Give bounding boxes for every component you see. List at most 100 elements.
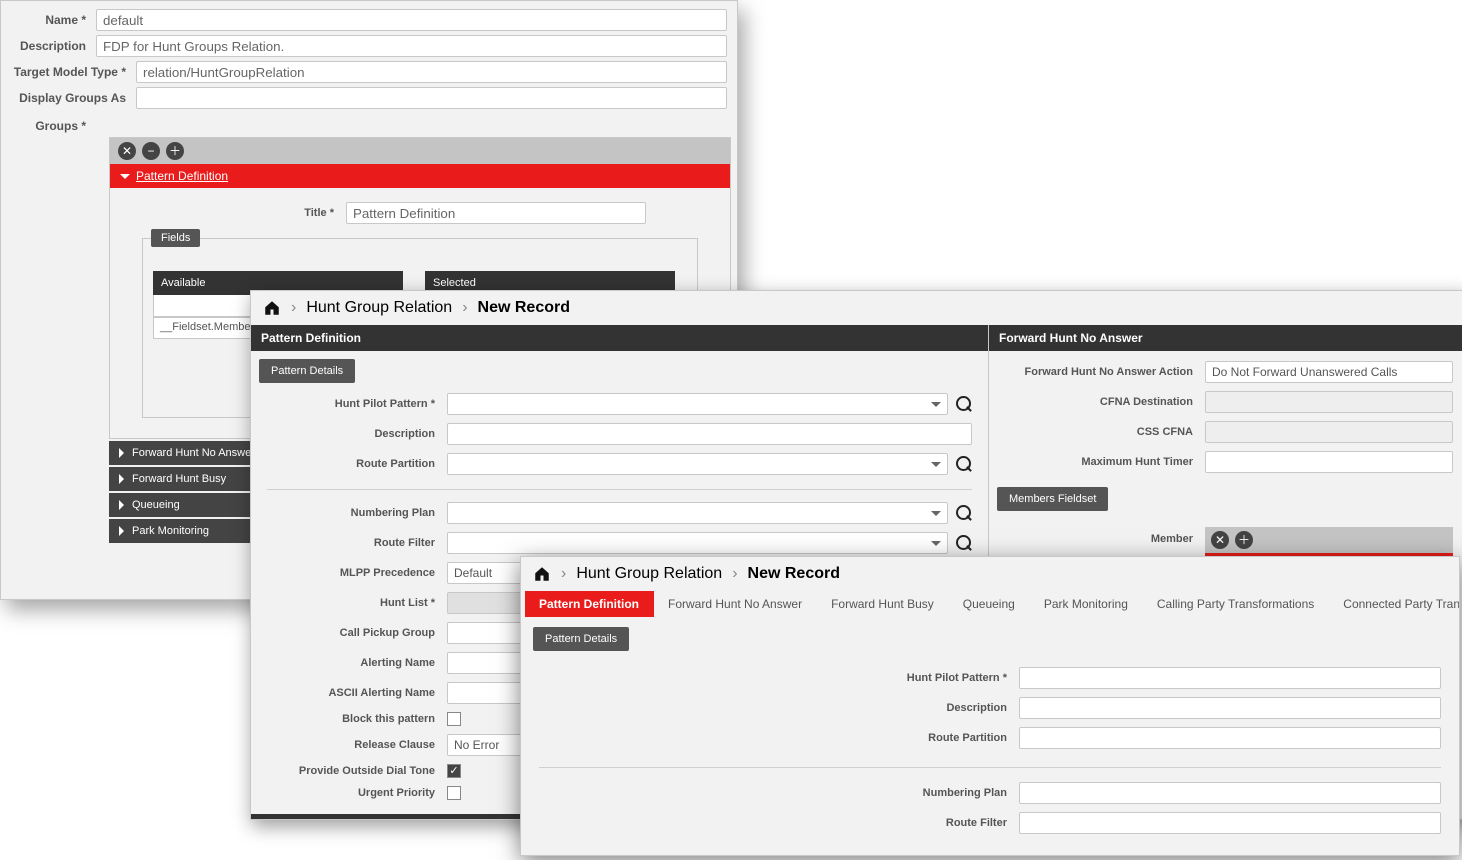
provide-outside-dial-tone-checkbox[interactable]: [447, 764, 461, 778]
display-groups-as-input[interactable]: [136, 87, 727, 109]
group-header-link[interactable]: Pattern Definition: [136, 169, 228, 183]
max-hunt-timer-input[interactable]: [1205, 451, 1453, 473]
tab-bar: Pattern Definition Forward Hunt No Answe…: [521, 591, 1459, 617]
description-input[interactable]: [447, 423, 972, 445]
breadcrumb-current: New Record: [478, 299, 570, 317]
css-cfna-label: CSS CFNA: [1005, 426, 1205, 438]
route-partition-label: Route Partition: [539, 732, 1019, 744]
alerting-name-label: Alerting Name: [267, 657, 447, 669]
chevron-right-icon: [119, 526, 124, 536]
route-filter-input[interactable]: [1019, 812, 1441, 834]
hunt-pilot-pattern-input[interactable]: [1019, 667, 1441, 689]
tab-connected-party-transformations[interactable]: Connected Party Transformations: [1329, 591, 1460, 617]
chevron-down-icon: [931, 541, 941, 546]
cfna-destination-input[interactable]: [1205, 391, 1453, 413]
tab-park-monitoring[interactable]: Park Monitoring: [1030, 591, 1143, 617]
target-model-type-label: Target Model Type *: [11, 65, 136, 79]
accordion-label: Queueing: [132, 499, 180, 511]
remove-member-button[interactable]: ✕: [1211, 531, 1229, 549]
search-icon[interactable]: [956, 505, 972, 521]
urgent-priority-label: Urgent Priority: [267, 787, 447, 799]
block-this-pattern-label: Block this pattern: [267, 713, 447, 725]
tab-forward-hunt-no-answer[interactable]: Forward Hunt No Answer: [654, 591, 817, 617]
search-icon[interactable]: [956, 396, 972, 412]
css-cfna-input[interactable]: [1205, 421, 1453, 443]
member-label: Member: [1005, 527, 1205, 545]
breadcrumb-parent[interactable]: Hunt Group Relation: [576, 565, 722, 583]
breadcrumb: › Hunt Group Relation › New Record: [251, 291, 1462, 325]
route-partition-input[interactable]: [1019, 727, 1441, 749]
accordion-label: Forward Hunt No Answer: [132, 447, 255, 459]
description-input[interactable]: [1019, 697, 1441, 719]
breadcrumb-sep-icon: ›: [291, 299, 296, 317]
subtab-pattern-details[interactable]: Pattern Details: [259, 359, 355, 383]
target-model-type-input[interactable]: [136, 61, 727, 83]
remove-group-alt-button[interactable]: −: [142, 142, 160, 160]
fields-legend: Fields: [151, 229, 200, 247]
chevron-right-icon: [119, 448, 124, 458]
numbering-plan-label: Numbering Plan: [267, 507, 447, 519]
mlpp-precedence-label: MLPP Precedence: [267, 567, 447, 579]
mlpp-precedence-value: Default: [454, 566, 492, 580]
call-pickup-group-label: Call Pickup Group: [267, 627, 447, 639]
section-header-fhna: Forward Hunt No Answer: [989, 325, 1462, 351]
provide-outside-dial-tone-label: Provide Outside Dial Tone: [267, 765, 447, 777]
block-this-pattern-checkbox[interactable]: [447, 712, 461, 726]
urgent-priority-checkbox[interactable]: [447, 786, 461, 800]
numbering-plan-select[interactable]: [447, 502, 948, 524]
member-toolbar: ✕ ＋: [1205, 527, 1453, 553]
chevron-down-icon: [120, 174, 130, 179]
name-input[interactable]: [96, 9, 727, 31]
hunt-group-tabbed-panel: › Hunt Group Relation › New Record Patte…: [520, 556, 1460, 856]
accordion-label: Forward Hunt Busy: [132, 473, 226, 485]
add-group-button[interactable]: ＋: [166, 142, 184, 160]
hunt-pilot-pattern-label: Hunt Pilot Pattern *: [267, 398, 447, 410]
group-header[interactable]: Pattern Definition: [110, 164, 730, 188]
description-input[interactable]: [96, 35, 727, 57]
fhna-action-value: Do Not Forward Unanswered Calls: [1212, 365, 1397, 379]
ascii-alerting-name-label: ASCII Alerting Name: [267, 687, 447, 699]
hunt-pilot-pattern-select[interactable]: [447, 393, 948, 415]
group-title-label: Title *: [126, 207, 346, 219]
tab-calling-party-transformations[interactable]: Calling Party Transformations: [1143, 591, 1329, 617]
numbering-plan-input[interactable]: [1019, 782, 1441, 804]
accordion-label: Park Monitoring: [132, 525, 209, 537]
subtab-pattern-details[interactable]: Pattern Details: [533, 627, 629, 651]
subtab-members-fieldset[interactable]: Members Fieldset: [997, 487, 1108, 511]
search-icon[interactable]: [956, 456, 972, 472]
display-groups-as-label: Display Groups As: [11, 91, 136, 105]
section-header-pattern-definition: Pattern Definition: [251, 325, 988, 351]
tab-queueing[interactable]: Queueing: [949, 591, 1030, 617]
fhna-action-select[interactable]: Do Not Forward Unanswered Calls: [1205, 361, 1453, 383]
chevron-right-icon: [119, 500, 124, 510]
group-title-input[interactable]: [346, 202, 646, 224]
tab-pattern-definition[interactable]: Pattern Definition: [525, 591, 654, 617]
numbering-plan-label: Numbering Plan: [539, 787, 1019, 799]
hunt-pilot-pattern-label: Hunt Pilot Pattern *: [539, 672, 1019, 684]
chevron-down-icon: [931, 511, 941, 516]
release-clause-value: No Error: [454, 738, 499, 752]
divider: [539, 767, 1441, 768]
name-label: Name *: [11, 13, 96, 27]
tab-forward-hunt-busy[interactable]: Forward Hunt Busy: [817, 591, 949, 617]
fhna-action-label: Forward Hunt No Answer Action: [1005, 366, 1205, 378]
chevron-right-icon: [119, 474, 124, 484]
add-member-button[interactable]: ＋: [1235, 531, 1253, 549]
description-label: Description: [11, 39, 96, 53]
home-icon[interactable]: [263, 299, 281, 317]
route-filter-label: Route Filter: [539, 817, 1019, 829]
route-filter-select[interactable]: [447, 532, 948, 554]
remove-group-button[interactable]: ✕: [118, 142, 136, 160]
search-icon[interactable]: [956, 535, 972, 551]
home-icon[interactable]: [533, 565, 551, 583]
breadcrumb-parent[interactable]: Hunt Group Relation: [306, 299, 452, 317]
route-filter-label: Route Filter: [267, 537, 447, 549]
divider: [267, 489, 972, 490]
description-label: Description: [267, 428, 447, 440]
description-label: Description: [539, 702, 1019, 714]
route-partition-select[interactable]: [447, 453, 948, 475]
groups-label: Groups *: [11, 113, 96, 133]
chevron-down-icon: [931, 462, 941, 467]
route-partition-label: Route Partition: [267, 458, 447, 470]
cfna-destination-label: CFNA Destination: [1005, 396, 1205, 408]
